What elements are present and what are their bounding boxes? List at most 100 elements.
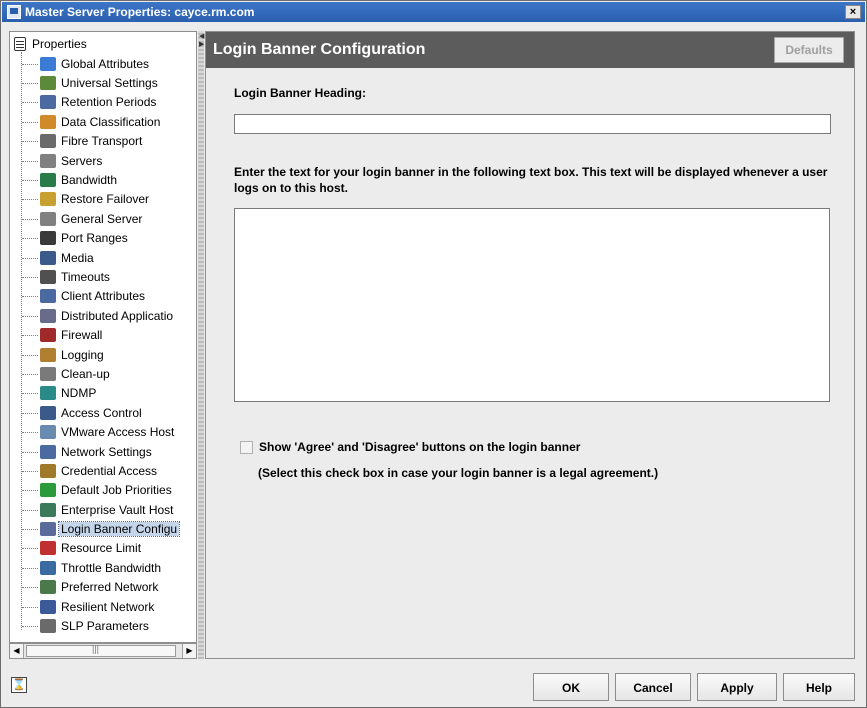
tree-item[interactable]: Retention Periods [10, 93, 196, 112]
tree-item-label: Global Attributes [61, 56, 150, 71]
splitter-arrows-icon[interactable]: ◀ ▶ [199, 33, 204, 49]
banner-heading-input[interactable] [234, 114, 831, 134]
banner-description: Enter the text for your login banner in … [234, 165, 828, 195]
properties-icon [14, 37, 26, 51]
login-banner-panel: Login Banner Configuration Defaults Logi… [205, 31, 855, 659]
tree-item-label: SLP Parameters [61, 619, 149, 634]
tree-list: Global Attributes Universal Settings Reten… [10, 54, 196, 636]
server-icon [40, 153, 56, 168]
tree-item[interactable]: Credential Access [10, 461, 196, 480]
checkbox-hint: (Select this check box in case your logi… [258, 466, 659, 480]
vmware-icon [40, 425, 56, 440]
help-button[interactable]: Help [783, 673, 855, 701]
scroll-left-icon[interactable]: ◀ [10, 644, 24, 658]
tree-item-label: Bandwidth [61, 173, 118, 188]
tree-item[interactable]: Logging [10, 345, 196, 364]
globe-icon [40, 56, 56, 71]
preferred-network-icon [40, 580, 56, 595]
defaults-button[interactable]: Defaults [774, 37, 844, 63]
tree-item[interactable]: Resource Limit [10, 539, 196, 558]
tree-item-label: Media [61, 250, 94, 265]
tree-item[interactable]: NDMP [10, 384, 196, 403]
app-icon [7, 5, 21, 19]
tree-item[interactable]: Servers [10, 151, 196, 170]
tree-item[interactable]: Throttle Bandwidth [10, 558, 196, 577]
tree-item-label: Distributed Applicatio [61, 308, 174, 323]
tree-item[interactable]: Access Control [10, 403, 196, 422]
tree-horizontal-scrollbar[interactable]: ◀ ▶ [9, 643, 197, 659]
panel-header: Login Banner Configuration Defaults [206, 32, 854, 68]
tree-item[interactable]: Clean-up [10, 364, 196, 383]
close-button[interactable]: × [845, 5, 861, 19]
tree-item[interactable]: Port Ranges [10, 229, 196, 248]
tree-item[interactable]: Restore Failover [10, 190, 196, 209]
resource-limit-icon [40, 541, 56, 556]
agree-disagree-checkbox-label[interactable]: Show 'Agree' and 'Disagree' buttons on t… [259, 440, 580, 454]
access-control-icon [40, 405, 56, 420]
media-icon [40, 250, 56, 265]
tree-item[interactable]: General Server [10, 209, 196, 228]
logging-icon [40, 347, 56, 362]
distributed-icon [40, 308, 56, 323]
clock-icon [40, 95, 56, 110]
tree-item[interactable]: Preferred Network [10, 578, 196, 597]
login-banner-icon [40, 522, 56, 537]
agree-disagree-checkbox-row[interactable]: Show 'Agree' and 'Disagree' buttons on t… [240, 440, 580, 454]
firewall-icon [40, 328, 56, 343]
server-icon [40, 211, 56, 226]
tree-item-label: Firewall [61, 328, 103, 343]
hourglass-icon: ⌛ [11, 677, 27, 693]
tree-item-label: Preferred Network [61, 580, 159, 595]
tree-item-label: Resilient Network [61, 599, 155, 614]
tree-item-label: Throttle Bandwidth [61, 560, 162, 575]
tree-item[interactable]: Firewall [10, 325, 196, 344]
tree-item[interactable]: Universal Settings [10, 73, 196, 92]
tree-item-label: NDMP [61, 386, 97, 401]
tree-item[interactable]: VMware Access Host [10, 422, 196, 441]
tree-item[interactable]: Network Settings [10, 442, 196, 461]
port-icon [40, 231, 56, 246]
client-icon [40, 289, 56, 304]
apply-button[interactable]: Apply [697, 673, 777, 701]
tree-item-label: Enterprise Vault Host [61, 502, 174, 517]
banner-text-area[interactable] [234, 208, 830, 402]
network-icon [40, 444, 56, 459]
classification-icon [40, 114, 56, 129]
title-bar[interactable]: Master Server Properties: cayce.rm.com × [2, 2, 865, 22]
tree-item[interactable]: Global Attributes [10, 54, 196, 73]
tree-item-label: Default Job Priorities [61, 483, 172, 498]
tree-item[interactable]: Data Classification [10, 112, 196, 131]
network-icon [40, 76, 56, 91]
tree-item[interactable]: SLP Parameters [10, 616, 196, 635]
tree-item-label: Timeouts [61, 269, 110, 284]
tree-item[interactable]: Timeouts [10, 267, 196, 286]
tree-item[interactable]: Media [10, 248, 196, 267]
tree-item-label: VMware Access Host [61, 425, 175, 440]
tree-item[interactable]: Enterprise Vault Host [10, 500, 196, 519]
scroll-right-icon[interactable]: ▶ [182, 644, 196, 658]
properties-tree[interactable]: Properties Global Attributes Universal Se… [9, 31, 197, 643]
tree-item-label: Universal Settings [61, 76, 158, 91]
cleanup-icon [40, 366, 56, 381]
vault-icon [40, 502, 56, 517]
tree-item[interactable]: Resilient Network [10, 597, 196, 616]
tree-item[interactable]: Bandwidth [10, 170, 196, 189]
tree-root[interactable]: Properties [14, 36, 87, 52]
timeout-icon [40, 269, 56, 284]
scroll-thumb[interactable] [26, 644, 176, 657]
tree-item[interactable]: Default Job Priorities [10, 481, 196, 500]
bandwidth-icon [40, 173, 56, 188]
tree-item-label: Logging [61, 347, 104, 362]
tree-item-label: Client Attributes [61, 289, 146, 304]
ok-button[interactable]: OK [533, 673, 609, 701]
tree-item[interactable]: Client Attributes [10, 287, 196, 306]
tree-item-label: Data Classification [61, 114, 161, 129]
tree-item[interactable]: Distributed Applicatio [10, 306, 196, 325]
cancel-button[interactable]: Cancel [615, 673, 691, 701]
panel-splitter[interactable] [198, 31, 204, 659]
tree-item[interactable]: Login Banner Configu [10, 519, 196, 538]
panel-title: Login Banner Configuration [213, 41, 426, 58]
tree-item-label: General Server [61, 211, 143, 226]
agree-disagree-checkbox[interactable] [240, 440, 253, 454]
tree-item[interactable]: Fibre Transport [10, 132, 196, 151]
